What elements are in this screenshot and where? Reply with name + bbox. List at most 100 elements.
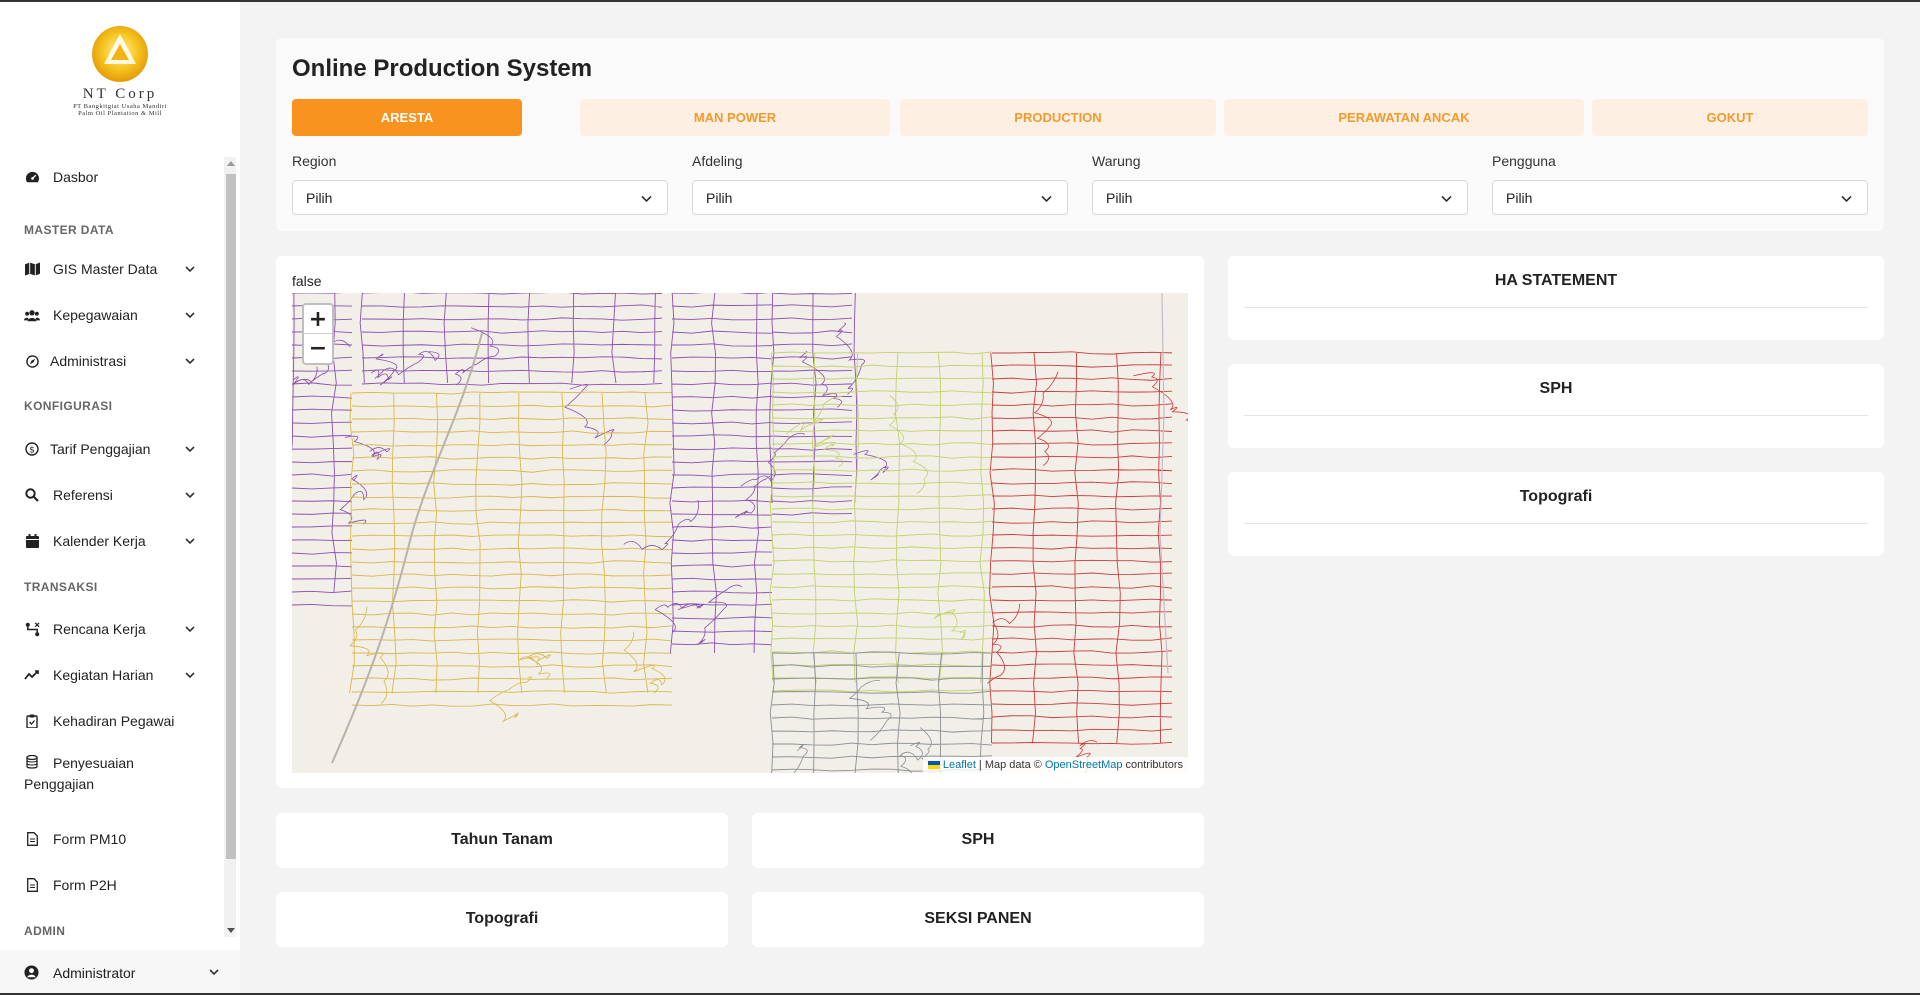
block-purple-mid <box>669 293 773 654</box>
pengguna-select[interactable]: Pilih <box>1492 180 1868 215</box>
tab-perawatan-ancak[interactable]: PERAWATAN ANCAK <box>1224 99 1584 136</box>
sidebar-item-label: Dasbor <box>53 169 99 185</box>
sidebar-scrollbar[interactable] <box>224 157 236 937</box>
chevron-down-icon <box>185 492 195 499</box>
block-red-creeks <box>987 371 1188 773</box>
warung-select[interactable]: Pilih <box>1092 180 1468 215</box>
region-select[interactable]: Pilih <box>292 180 668 215</box>
pengguna-select-value: Pilih <box>1506 189 1533 206</box>
map-view[interactable]: + − Leaflet | Map data © OpenStreetMap c… <box>292 293 1188 773</box>
section-master-data: MASTER DATA <box>24 223 114 237</box>
sidebar-item-label: Kehadiran Pegawai <box>53 713 175 729</box>
chevron-down-icon <box>185 358 195 365</box>
openstreetmap-link[interactable]: OpenStreetMap <box>1045 759 1123 771</box>
nt-corp-logo-icon <box>92 26 148 82</box>
sidebar-item-label: Administrasi <box>50 353 127 369</box>
leaflet-link[interactable]: Leaflet <box>943 759 976 771</box>
sidebar-item-gis-master-data[interactable]: GIS Master Data <box>0 249 222 289</box>
top-border <box>0 0 1920 2</box>
chevron-down-icon <box>1841 195 1852 203</box>
map-panel: false + − Leaflet | Map data © OpenStree… <box>276 256 1204 788</box>
users-icon <box>24 307 40 323</box>
divider <box>1244 415 1868 416</box>
section-konfigurasi: KONFIGURASI <box>24 399 113 413</box>
divider <box>1244 523 1868 524</box>
tab-man-power[interactable]: MAN POWER <box>580 99 890 136</box>
company-logo: NT Corp PT Bangkitgiat Usaha Mandiri Pal… <box>40 24 200 124</box>
section-transaksi: TRANSAKSI <box>24 580 98 594</box>
block-purple-north <box>359 293 663 386</box>
tab-gokut[interactable]: GOKUT <box>1592 99 1868 136</box>
chevron-down-icon <box>1041 195 1052 203</box>
seksi-panen-title: SEKSI PANEN <box>924 910 1032 927</box>
plantation-map <box>292 293 1188 773</box>
topografi-title: Topografi <box>1519 488 1593 505</box>
sidebar-item-label: Tarif Penggajian <box>50 441 151 457</box>
topografi-card-right: Topografi <box>1228 472 1884 556</box>
user-name: Administrator <box>53 964 136 981</box>
block-purple-west-creeks <box>292 339 391 525</box>
logo-corp-name: NT Corp <box>82 86 158 102</box>
tab-production[interactable]: PRODUCTION <box>900 99 1216 136</box>
calendar-icon <box>24 533 40 549</box>
map-attribution: Leaflet | Map data © OpenStreetMap contr… <box>922 757 1188 773</box>
scroll-up-arrow-icon[interactable] <box>227 161 235 166</box>
chevron-down-icon <box>185 626 195 633</box>
block-red <box>989 351 1173 745</box>
sidebar-item-kehadiran-pegawai[interactable]: Kehadiran Pegawai <box>0 701 222 741</box>
database-icon <box>24 754 40 770</box>
afdeling-select-value: Pilih <box>706 189 733 206</box>
header-panel: Online Production System ARESTA MAN POWE… <box>276 38 1884 231</box>
chevron-down-icon <box>185 446 195 453</box>
sidebar-item-rencana-kerja[interactable]: Rencana Kerja <box>0 609 222 649</box>
pengguna-label: Pengguna <box>1492 153 1556 169</box>
file-icon <box>24 831 40 847</box>
sidebar-item-kalender-kerja[interactable]: Kalender Kerja <box>0 521 222 561</box>
sph-title: SPH <box>1539 380 1573 397</box>
tab-aresta[interactable]: ARESTA <box>292 99 522 136</box>
sidebar-item-label: Kepegawaian <box>53 307 138 323</box>
chart-line-icon <box>24 667 40 683</box>
zoom-out-button[interactable]: − <box>304 334 332 363</box>
sidebar-item-label-2: Penggajian <box>24 776 95 792</box>
sidebar-item-dasbor[interactable]: Dasbor <box>0 157 222 197</box>
block-gray-creeks <box>793 679 942 773</box>
sph-card-bottom: SPH <box>752 813 1204 868</box>
sidebar-menu: Dasbor MASTER DATA GIS Master Data Kepeg… <box>0 157 222 937</box>
chevron-down-icon <box>209 969 219 976</box>
sidebar-item-administrasi[interactable]: Administrasi <box>0 341 222 381</box>
sidebar-item-tarif-penggajian[interactable]: $ Tarif Penggajian <box>0 429 222 469</box>
sidebar: NT Corp PT Bangkitgiat Usaha Mandiri Pal… <box>0 2 240 995</box>
tahun-tanam-card: Tahun Tanam <box>276 813 728 868</box>
tahun-tanam-title: Tahun Tanam <box>451 831 553 848</box>
user-circle-icon <box>24 964 40 981</box>
chevron-down-icon <box>185 266 195 273</box>
zoom-in-button[interactable]: + <box>304 305 332 334</box>
zoom-control: + − <box>302 303 334 365</box>
river-line <box>331 332 483 764</box>
sidebar-item-kegiatan-harian[interactable]: Kegiatan Harian <box>0 655 222 695</box>
logo-line-1: PT Bangkitgiat Usaha Mandiri <box>73 103 167 110</box>
file-icon <box>24 877 40 893</box>
sidebar-item-form-pm10[interactable]: Form PM10 <box>0 819 222 859</box>
chevron-down-icon <box>185 538 195 545</box>
logo-line-2: Palm Oil Plantation & Mill <box>78 110 162 117</box>
ukraine-flag-icon <box>927 761 940 769</box>
scrollbar-thumb[interactable] <box>226 174 236 859</box>
sph-card-right: SPH <box>1228 364 1884 448</box>
sidebar-item-referensi[interactable]: Referensi <box>0 475 222 515</box>
dollar-circle-icon: $ <box>24 441 40 457</box>
sidebar-item-penyesuaian-penggajian[interactable]: Penyesuaian Penggajian <box>0 747 222 799</box>
divider <box>1244 307 1868 308</box>
sidebar-item-label: Rencana Kerja <box>53 621 146 637</box>
scroll-down-arrow-icon[interactable] <box>227 928 235 933</box>
warung-label: Warung <box>1092 153 1141 169</box>
sidebar-item-form-p2h[interactable]: Form P2H <box>0 865 222 905</box>
afdeling-select[interactable]: Pilih <box>692 180 1068 215</box>
attribution-contributors: contributors <box>1125 759 1183 771</box>
sidebar-item-kepegawaian[interactable]: Kepegawaian <box>0 295 222 335</box>
seksi-panen-card: SEKSI PANEN <box>752 892 1204 947</box>
user-menu[interactable]: Administrator <box>0 950 240 995</box>
topografi-bottom-title: Topografi <box>465 910 539 927</box>
sidebar-item-label: Form PM10 <box>53 831 127 847</box>
